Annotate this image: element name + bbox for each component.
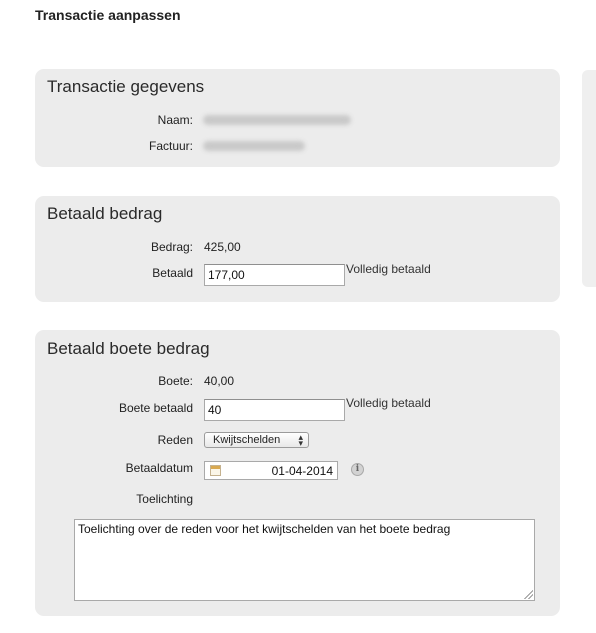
reden-select-value: Kwijtschelden (213, 434, 281, 446)
resize-grip-icon[interactable] (523, 589, 533, 599)
panel-title: Betaald boete bedrag (47, 339, 210, 358)
calendar-icon[interactable] (210, 465, 221, 476)
side-panel (582, 70, 596, 287)
bedrag-label: Bedrag: (150, 240, 193, 254)
factuur-value-redacted (203, 141, 305, 151)
toelichting-textarea[interactable]: Toelichting over de reden voor het kwijt… (74, 519, 535, 601)
naam-label: Naam: (157, 113, 193, 127)
betaald-input[interactable] (204, 264, 345, 286)
boete-value: 40,00 (204, 374, 235, 388)
betaaldatum-value: 01-04-2014 (271, 464, 333, 478)
betaaldatum-field[interactable]: 01-04-2014 (204, 461, 338, 480)
reden-select[interactable]: Kwijtschelden ▴ ▾ (204, 432, 309, 448)
boete-label: Boete: (158, 374, 193, 388)
chevron-up-down-icon: ▴ ▾ (298, 432, 303, 448)
boete-betaald-label: Boete betaald (118, 401, 193, 415)
toelichting-label: Toelichting (136, 492, 193, 506)
betaaldatum-label: Betaaldatum (125, 461, 193, 475)
boete-status: Volledig betaald (346, 396, 431, 410)
factuur-label: Factuur: (148, 139, 193, 153)
boete-betaald-input[interactable] (204, 399, 345, 421)
naam-value-redacted (203, 115, 351, 125)
bedrag-value: 425,00 (204, 240, 241, 254)
page-title: Transactie aanpassen (35, 7, 181, 23)
panel-title: Betaald bedrag (47, 204, 163, 223)
panel-betaald-bedrag: Betaald bedrag Bedrag: 425,00 Betaald Vo… (35, 196, 560, 302)
panel-betaald-boete-bedrag: Betaald boete bedrag Boete: 40,00 Boete … (35, 330, 560, 616)
info-icon[interactable]: i (351, 463, 364, 476)
betaald-label: Betaald (152, 266, 193, 280)
panel-transactie-gegevens: Transactie gegevens Naam: Factuur: (35, 69, 560, 167)
panel-title: Transactie gegevens (47, 77, 205, 96)
betaald-status: Volledig betaald (346, 262, 431, 276)
reden-label: Reden (157, 433, 193, 447)
